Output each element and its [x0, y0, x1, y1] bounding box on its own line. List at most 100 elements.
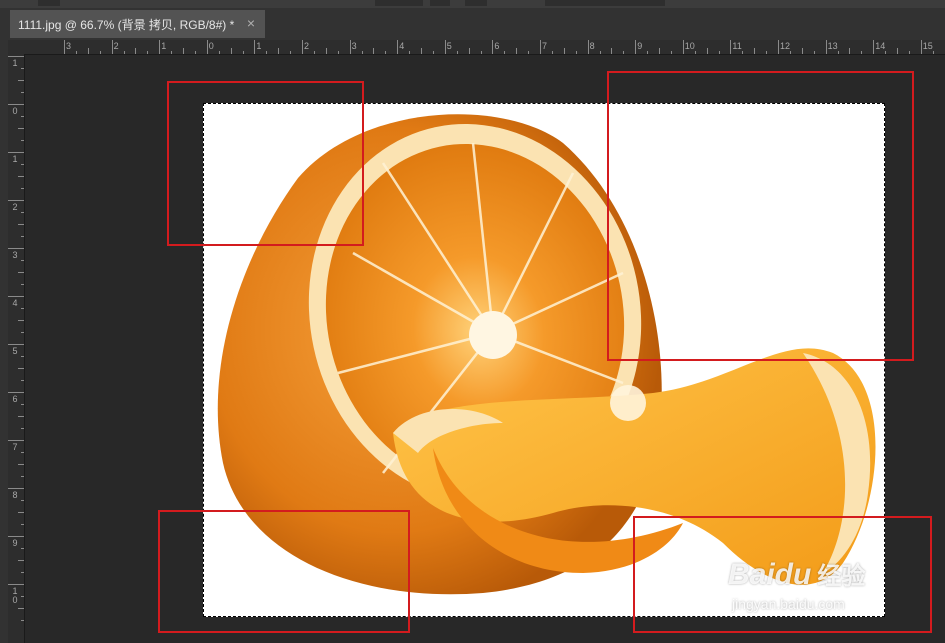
ruler-minor-tick: [694, 51, 696, 54]
ruler-tick: [444, 40, 446, 54]
ruler-minor-tick: [766, 51, 768, 54]
ruler-tick: [349, 40, 351, 54]
ruler-minor-tick: [468, 48, 470, 54]
ruler-minor-tick: [21, 356, 24, 357]
ruler-minor-tick: [21, 620, 24, 621]
ruler-minor-tick: [623, 51, 625, 54]
ruler-tick: [920, 40, 922, 54]
ruler-label: 2: [113, 41, 119, 51]
ruler-tick: [8, 104, 24, 105]
ruler-minor-tick: [670, 51, 672, 54]
ruler-minor-tick: [21, 212, 24, 213]
ruler-minor-tick: [21, 596, 24, 597]
ruler-minor-tick: [18, 224, 24, 225]
ruler-minor-tick: [21, 164, 24, 165]
ruler-tick: [682, 40, 684, 54]
ruler-minor-tick: [21, 500, 24, 501]
ruler-minor-tick: [21, 428, 24, 429]
ruler-tick: [635, 40, 637, 54]
ruler-label: 3: [12, 250, 18, 260]
ruler-tick: [825, 40, 827, 54]
document-tab-title: 1111.jpg @ 66.7% (背景 拷贝, RGB/8#) *: [18, 17, 235, 32]
ruler-minor-tick: [147, 51, 149, 54]
ruler-label: 13: [827, 41, 838, 51]
ruler-tick: [8, 440, 24, 441]
ruler-minor-tick: [18, 560, 24, 561]
ruler-minor-tick: [373, 48, 375, 54]
ruler-minor-tick: [230, 48, 232, 54]
ruler-minor-tick: [706, 48, 708, 54]
ruler-label: 12: [780, 41, 791, 51]
ruler-minor-tick: [123, 51, 125, 54]
ruler-tick: [8, 392, 24, 393]
ruler-minor-tick: [885, 51, 887, 54]
ruler-tick: [254, 40, 256, 54]
ruler-minor-tick: [21, 452, 24, 453]
toolbar-control[interactable]: [545, 0, 665, 6]
ruler-label: 8: [589, 41, 595, 51]
ruler-tick: [587, 40, 589, 54]
ruler-tick: [302, 40, 303, 54]
ruler-minor-tick: [528, 51, 530, 54]
ruler-minor-tick: [21, 116, 24, 117]
ruler-minor-tick: [21, 68, 24, 69]
ruler-minor-tick: [18, 368, 24, 369]
ruler-minor-tick: [563, 48, 565, 54]
close-icon[interactable]: ×: [247, 15, 255, 31]
ruler-label: 9: [12, 538, 18, 548]
document-tab-bar: 1111.jpg @ 66.7% (背景 拷贝, RGB/8#) * ×: [0, 8, 945, 40]
ruler-minor-tick: [171, 51, 173, 54]
toolbar-control[interactable]: [430, 0, 450, 6]
toolbar-control[interactable]: [38, 0, 60, 6]
ruler-minor-tick: [897, 48, 898, 54]
ruler-minor-tick: [18, 128, 24, 129]
ruler-label: 4: [399, 41, 405, 51]
ruler-minor-tick: [75, 51, 77, 54]
toolbar-control[interactable]: [465, 0, 487, 6]
ruler-minor-tick: [421, 48, 422, 54]
watermark-logo: Baidu: [728, 558, 812, 591]
ruler-origin[interactable]: [8, 40, 24, 54]
ruler-tick: [8, 248, 24, 249]
ruler-label: 7: [12, 442, 18, 452]
watermark-url: jingyan.baidu.com: [732, 596, 845, 612]
ruler-tick: [778, 40, 779, 54]
ruler-minor-tick: [290, 51, 292, 54]
ruler-minor-tick: [18, 608, 24, 609]
ruler-tick: [492, 40, 494, 54]
ruler-minor-tick: [516, 48, 518, 54]
ruler-minor-tick: [18, 272, 24, 273]
ruler-label: 5: [446, 41, 452, 51]
ruler-minor-tick: [21, 236, 24, 237]
ruler-minor-tick: [218, 51, 220, 54]
options-bar: [0, 0, 945, 8]
ruler-minor-tick: [361, 51, 363, 54]
ruler-minor-tick: [135, 48, 137, 54]
ruler-minor-tick: [742, 51, 744, 54]
ruler-minor-tick: [99, 51, 101, 54]
ruler-minor-tick: [659, 48, 660, 54]
horizontal-ruler[interactable]: 3 2 1 0 1 2 3 4 5 6 7 8 9 10 11 12 13 14 15: [24, 40, 945, 55]
ruler-minor-tick: [647, 51, 649, 54]
ruler-label: 4: [12, 298, 18, 308]
ruler-minor-tick: [337, 51, 339, 54]
tools-panel-edge: [0, 40, 8, 643]
ruler-tick: [8, 344, 24, 345]
toolbar-control[interactable]: [375, 0, 423, 6]
ruler-tick: [8, 56, 24, 57]
ruler-minor-tick: [861, 51, 863, 54]
ruler-tick: [8, 536, 24, 537]
ruler-tick: [159, 40, 161, 54]
ruler-minor-tick: [480, 51, 482, 54]
vertical-ruler[interactable]: 1012345678910: [8, 54, 25, 643]
ruler-label: 1: [12, 154, 18, 164]
ruler-minor-tick: [21, 524, 24, 525]
ruler-minor-tick: [18, 320, 24, 321]
ruler-label: 14: [875, 41, 886, 51]
ruler-minor-tick: [21, 284, 24, 285]
document-tab[interactable]: 1111.jpg @ 66.7% (背景 拷贝, RGB/8#) * ×: [10, 10, 265, 38]
annotation-box-bottom-left: [158, 510, 410, 633]
ruler-minor-tick: [21, 188, 24, 189]
ruler-minor-tick: [87, 48, 89, 54]
watermark: Baidu 经验 jingyan.baidu.com: [728, 556, 865, 612]
